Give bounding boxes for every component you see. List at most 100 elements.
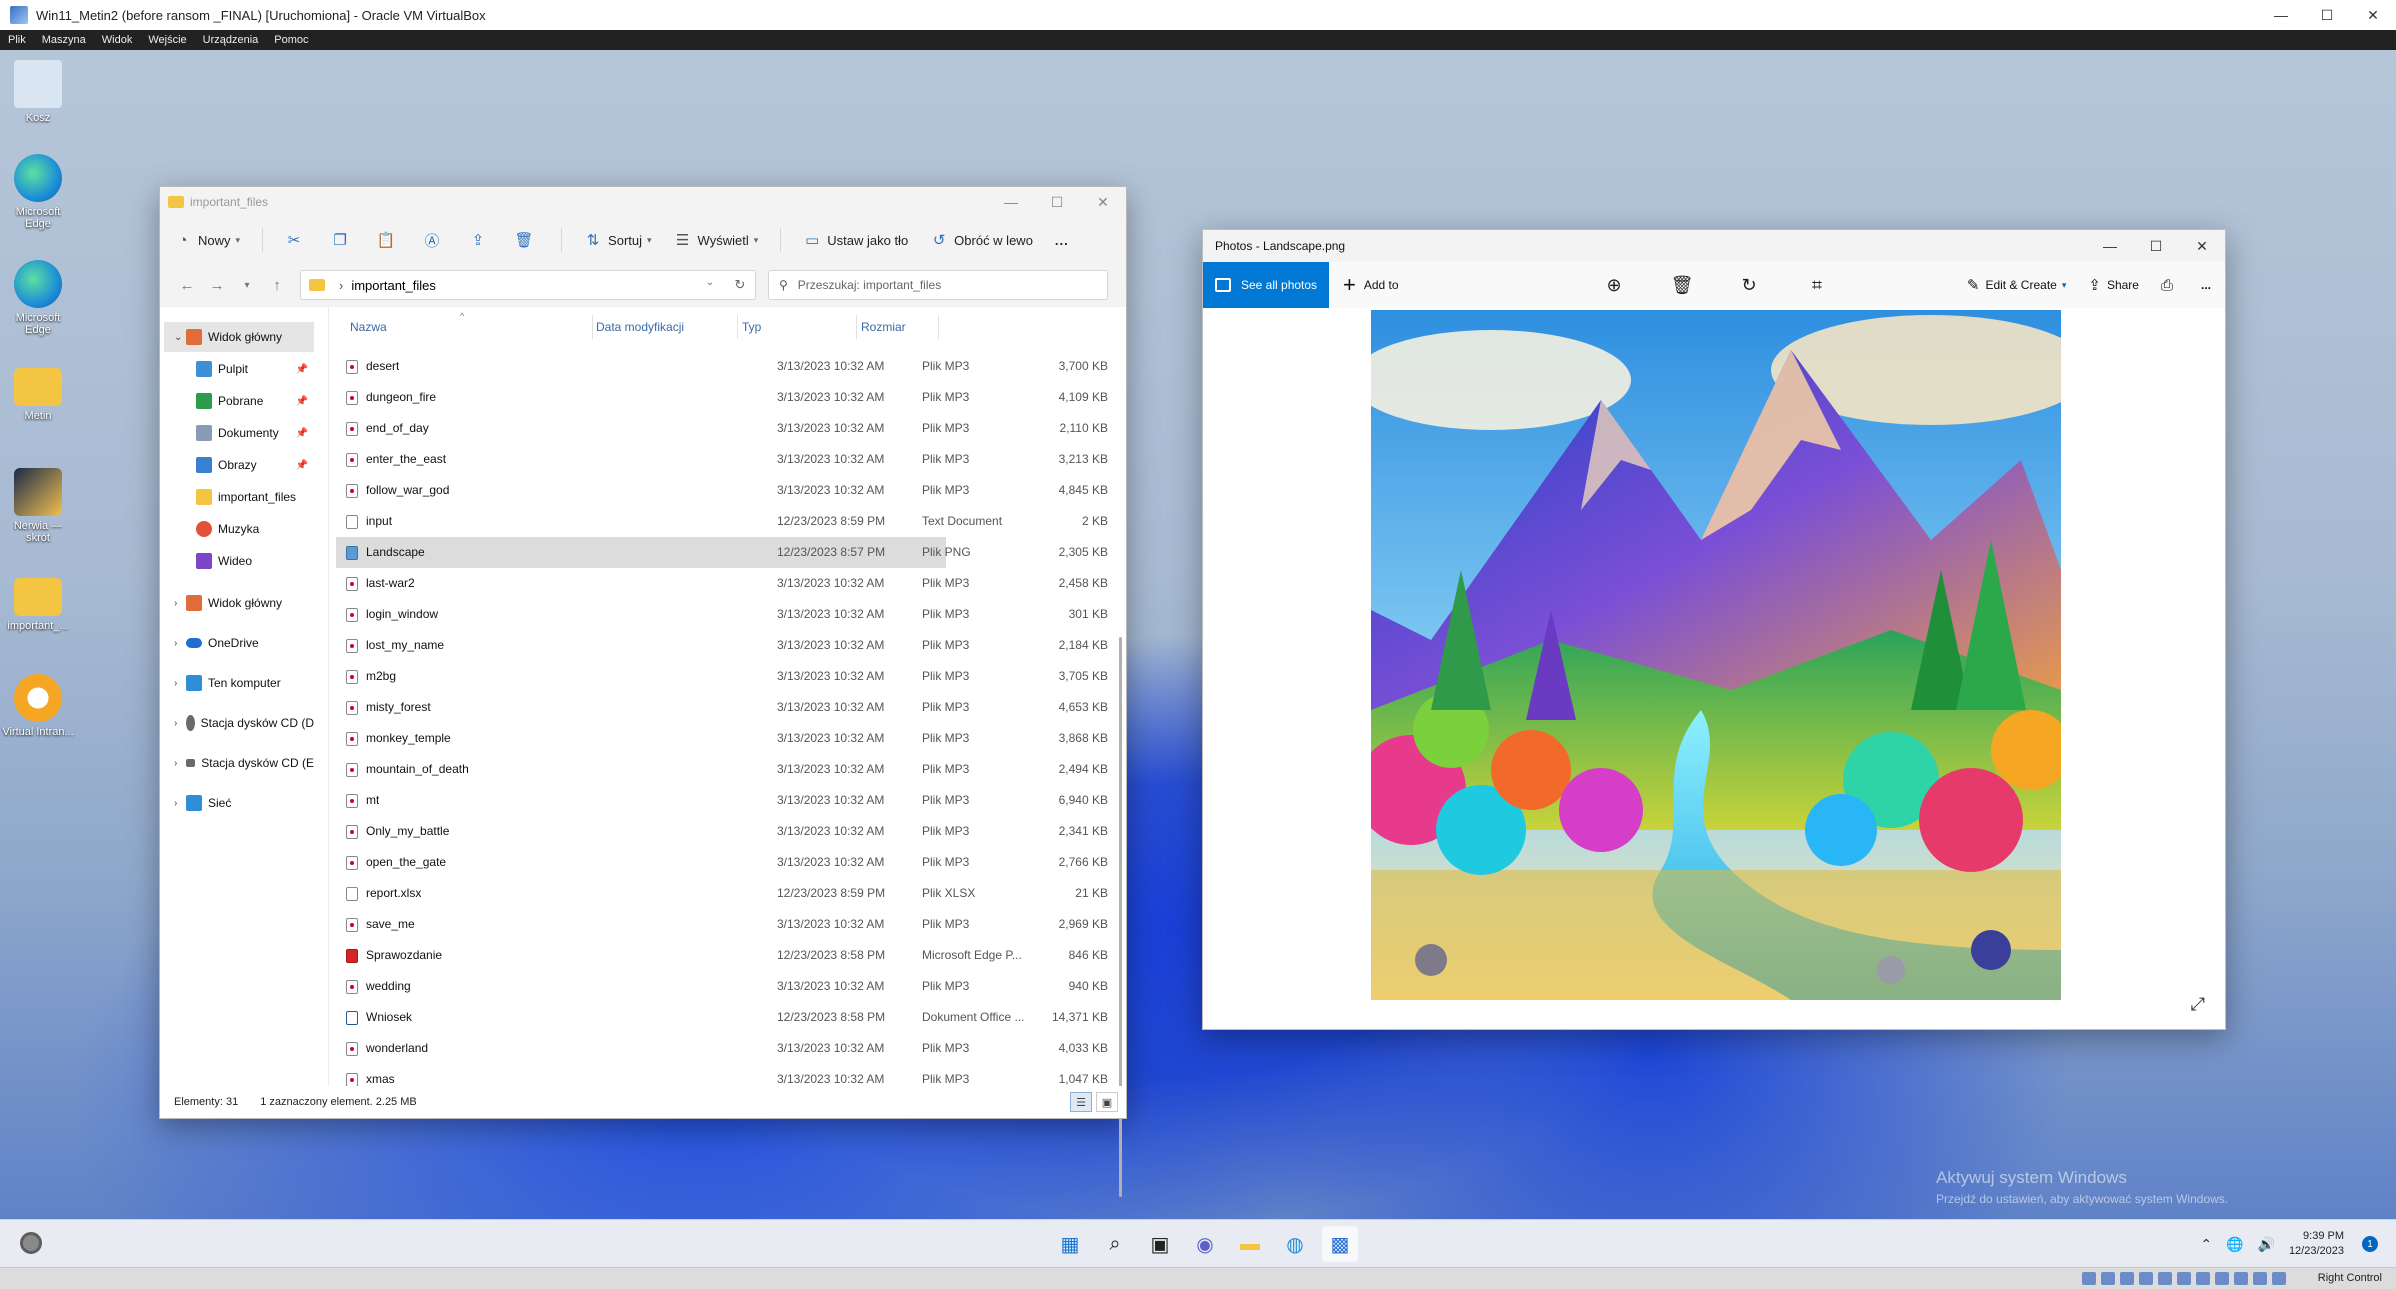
chat-icon[interactable]: ◉	[1187, 1226, 1223, 1262]
nav-item-dokumenty[interactable]: Dokumenty 📌	[164, 418, 314, 448]
nav-item-cd-drive-e[interactable]: › Stacja dysków CD (E	[164, 748, 314, 778]
file-row[interactable]: Wniosek 12/23/2023 8:58 PM Dokument Office…	[336, 1002, 1108, 1033]
column-divider[interactable]	[592, 315, 593, 339]
task-view-icon[interactable]: ▣	[1142, 1226, 1178, 1262]
file-row[interactable]: mt 3/13/2023 10:32 AM Plik MP3 6,940 KB	[336, 785, 1108, 816]
share-button[interactable]: ⇪ Share	[2088, 276, 2139, 294]
network-icon[interactable]: 🌐	[2226, 1236, 2243, 1253]
expand-chevron-icon[interactable]: ›	[174, 718, 177, 729]
rename-button[interactable]: Ⓐ	[423, 225, 447, 255]
nav-item-home[interactable]: ⌄ Widok główny	[164, 322, 314, 352]
desktop-icon-edge-1[interactable]: Microsoft Edge	[2, 154, 74, 230]
tiles-view-button[interactable]: ▣	[1096, 1092, 1118, 1112]
file-explorer-icon[interactable]: ▬	[1232, 1226, 1268, 1262]
vbox-menu-maszyna[interactable]: Maszyna	[34, 34, 94, 46]
more-options-button[interactable]: ...	[1055, 225, 1069, 255]
more-options-button[interactable]: ...	[2201, 278, 2211, 292]
file-row[interactable]: Landscape 12/23/2023 8:57 PM Plik PNG 2,305…	[336, 537, 1108, 568]
vbox-menu-plik[interactable]: Plik	[0, 34, 34, 46]
desktop-icon-important-files[interactable]: important_...	[2, 572, 74, 632]
trash-icon[interactable]: 🗑	[1670, 273, 1694, 297]
file-row[interactable]: Only_my_battle 3/13/2023 10:32 AM Plik MP3…	[336, 816, 1108, 847]
file-row[interactable]: wonderland 3/13/2023 10:32 AM Plik MP3 4,03…	[336, 1033, 1108, 1064]
column-header-date[interactable]: Data modyfikacji	[596, 307, 736, 347]
column-header-name[interactable]: Nazwa	[350, 307, 490, 347]
vbox-close-button[interactable]: ✕	[2350, 0, 2396, 30]
file-row[interactable]: Sprawozdanie 12/23/2023 8:58 PM Microsoft …	[336, 940, 1108, 971]
optical-indicator-icon[interactable]	[2101, 1272, 2115, 1285]
copy-button[interactable]: ❐	[331, 225, 355, 255]
usb-indicator-icon[interactable]	[2158, 1272, 2172, 1285]
notification-badge[interactable]: 1	[2362, 1236, 2378, 1252]
photos-minimize-button[interactable]: —	[2087, 230, 2133, 262]
column-header-type[interactable]: Typ	[742, 307, 842, 347]
breadcrumb-current[interactable]: important_files	[351, 278, 436, 293]
history-chevron-icon[interactable]: ▾	[232, 280, 262, 291]
nav-item-this-pc[interactable]: › Ten komputer	[164, 668, 314, 698]
print-button[interactable]: ⎙	[2161, 277, 2179, 294]
nav-item-onedrive[interactable]: › OneDrive	[164, 628, 314, 658]
volume-icon[interactable]: 🔊	[2258, 1236, 2275, 1253]
nav-item-pobrane[interactable]: Pobrane 📌	[164, 386, 314, 416]
fullscreen-icon[interactable]: ⤢	[2191, 994, 2205, 1015]
expand-chevron-icon[interactable]: ›	[174, 798, 177, 809]
back-arrow-icon[interactable]: ←	[172, 277, 202, 294]
file-row[interactable]: open_the_gate 3/13/2023 10:32 AM Plik MP3 2…	[336, 847, 1108, 878]
expand-chevron-icon[interactable]: ›	[174, 678, 177, 689]
file-row[interactable]: m2bg 3/13/2023 10:32 AM Plik MP3 3,705 KB	[336, 661, 1108, 692]
start-icon[interactable]: ▦	[1052, 1226, 1088, 1262]
column-divider[interactable]	[737, 315, 738, 339]
vbox-maximize-button[interactable]: ☐	[2304, 0, 2350, 30]
rotate-icon[interactable]: ↻	[1737, 273, 1761, 297]
up-arrow-icon[interactable]: ↑	[262, 277, 292, 294]
column-divider[interactable]	[856, 315, 857, 339]
explorer-maximize-button[interactable]: ☐	[1034, 187, 1080, 217]
nav-item-cd-drive-d[interactable]: › Stacja dysków CD (D	[164, 708, 314, 738]
photos-maximize-button[interactable]: ☐	[2133, 230, 2179, 262]
file-row[interactable]: desert 3/13/2023 10:32 AM Plik MP3 3,700 KB	[336, 351, 1108, 382]
edit-create-button[interactable]: ✎ Edit & Create ▾	[1967, 276, 2066, 294]
file-row[interactable]: login_window 3/13/2023 10:32 AM Plik MP3 30…	[336, 599, 1108, 630]
search-icon[interactable]: ⌕	[1097, 1226, 1133, 1262]
see-all-photos-button[interactable]: See all photos	[1203, 262, 1329, 308]
shared-folders-indicator-icon[interactable]	[2177, 1272, 2191, 1285]
nav-item-home-2[interactable]: › Widok główny	[164, 588, 314, 618]
file-row[interactable]: follow_war_god 3/13/2023 10:32 AM Plik MP3…	[336, 475, 1108, 506]
file-row[interactable]: save_me 3/13/2023 10:32 AM Plik MP3 2,969 K…	[336, 909, 1108, 940]
nav-item-obrazy[interactable]: Obrazy 📌	[164, 450, 314, 480]
address-bar[interactable]: › important_files ⌄ ↻	[300, 270, 756, 300]
hdd-indicator-icon[interactable]	[2082, 1272, 2096, 1285]
desktop-icon-nerwia[interactable]: Nerwia — skrót	[2, 468, 74, 544]
cut-button[interactable]: ✂	[285, 225, 309, 255]
expand-chevron-icon[interactable]: ⌄	[174, 332, 182, 343]
new-button[interactable]: ◔ Nowy ▾	[174, 225, 240, 255]
cpu-indicator-icon[interactable]	[2234, 1272, 2248, 1285]
display-indicator-icon[interactable]	[2196, 1272, 2210, 1285]
expand-chevron-icon[interactable]: ›	[174, 598, 177, 609]
address-dropdown-icon[interactable]: ⌄	[695, 277, 725, 293]
desktop-icon-metin[interactable]: Metin	[2, 362, 74, 422]
nav-item-wideo[interactable]: Wideo	[164, 546, 314, 576]
zoom-in-icon[interactable]: ⊕	[1602, 273, 1626, 297]
nav-item-network[interactable]: › Sieć	[164, 788, 314, 818]
expand-chevron-icon[interactable]: ›	[174, 638, 177, 649]
photos-icon[interactable]: ▩	[1322, 1226, 1358, 1262]
edge-icon[interactable]: ◍	[1277, 1226, 1313, 1262]
column-divider[interactable]	[938, 315, 939, 339]
file-row[interactable]: mountain_of_death 3/13/2023 10:32 AM Plik …	[336, 754, 1108, 785]
vbox-menu-wejscie[interactable]: Wejście	[140, 34, 194, 46]
desktop-icon-virtual-intranet[interactable]: Virtual Intran...	[2, 674, 74, 738]
set-as-background-button[interactable]: ▭ Ustaw jako tło	[803, 225, 908, 255]
paste-button[interactable]: 📋	[377, 225, 401, 255]
landscape-image[interactable]	[1371, 310, 2061, 1000]
file-row[interactable]: dungeon_fire 3/13/2023 10:32 AM Plik MP3 4,…	[336, 382, 1108, 413]
photos-close-button[interactable]: ✕	[2179, 230, 2225, 262]
nav-item-important-files[interactable]: important_files	[164, 482, 314, 512]
network-indicator-icon[interactable]	[2139, 1272, 2153, 1285]
forward-arrow-icon[interactable]: →	[202, 277, 232, 294]
view-button[interactable]: ☰ Wyświetl ▾	[674, 225, 758, 255]
details-view-button[interactable]: ☰	[1070, 1092, 1092, 1112]
nav-item-muzyka[interactable]: Muzyka	[164, 514, 314, 544]
audio-indicator-icon[interactable]	[2120, 1272, 2134, 1285]
keyboard-indicator-icon[interactable]	[2272, 1272, 2286, 1285]
